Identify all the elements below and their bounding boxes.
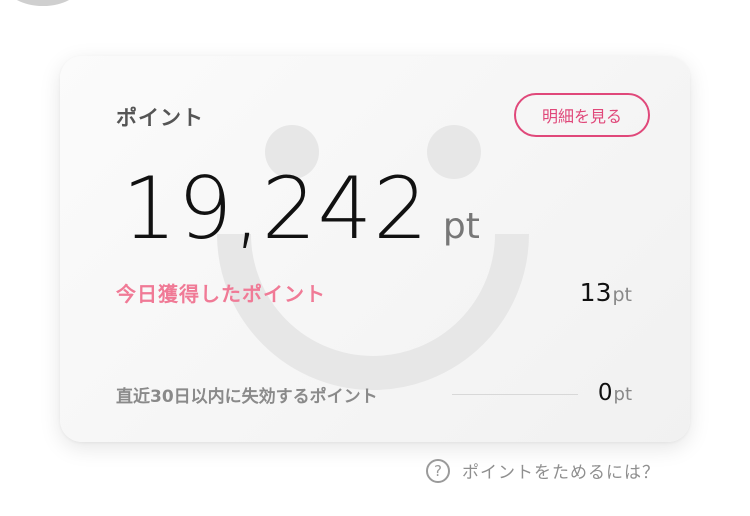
points-screen: ポイント 明細を見る 19,242 pt 今日獲得したポイント 13 pt 直近…: [0, 0, 750, 516]
question-circle-icon: ?: [426, 458, 450, 483]
how-to-earn-points-link[interactable]: ? ポイントをためるには？: [426, 458, 660, 483]
expiring-points-number: 0: [597, 380, 613, 406]
expiring-points-value: 0 pt: [598, 380, 632, 406]
expiring-points-unit: pt: [613, 384, 632, 405]
today-earned-number: 13: [579, 278, 612, 307]
today-earned-value: 13 pt: [580, 278, 632, 307]
divider: [452, 394, 578, 395]
card-title: ポイント: [116, 106, 204, 130]
today-earned-unit: pt: [612, 284, 632, 306]
points-unit: pt: [442, 206, 480, 247]
view-details-button[interactable]: 明細を見る: [514, 93, 650, 137]
avatar[interactable]: [5, 0, 81, 6]
points-value: 19,242: [122, 159, 429, 259]
points-card: ポイント 明細を見る 19,242 pt 今日獲得したポイント 13 pt 直近…: [60, 56, 690, 442]
help-link-text: ポイントをためるには？: [462, 463, 660, 483]
total-points: 19,242 pt: [122, 166, 480, 252]
expiring-points-label: 直近30日以内に失効するポイント: [116, 387, 378, 407]
today-earned-label: 今日獲得したポイント: [116, 282, 326, 306]
